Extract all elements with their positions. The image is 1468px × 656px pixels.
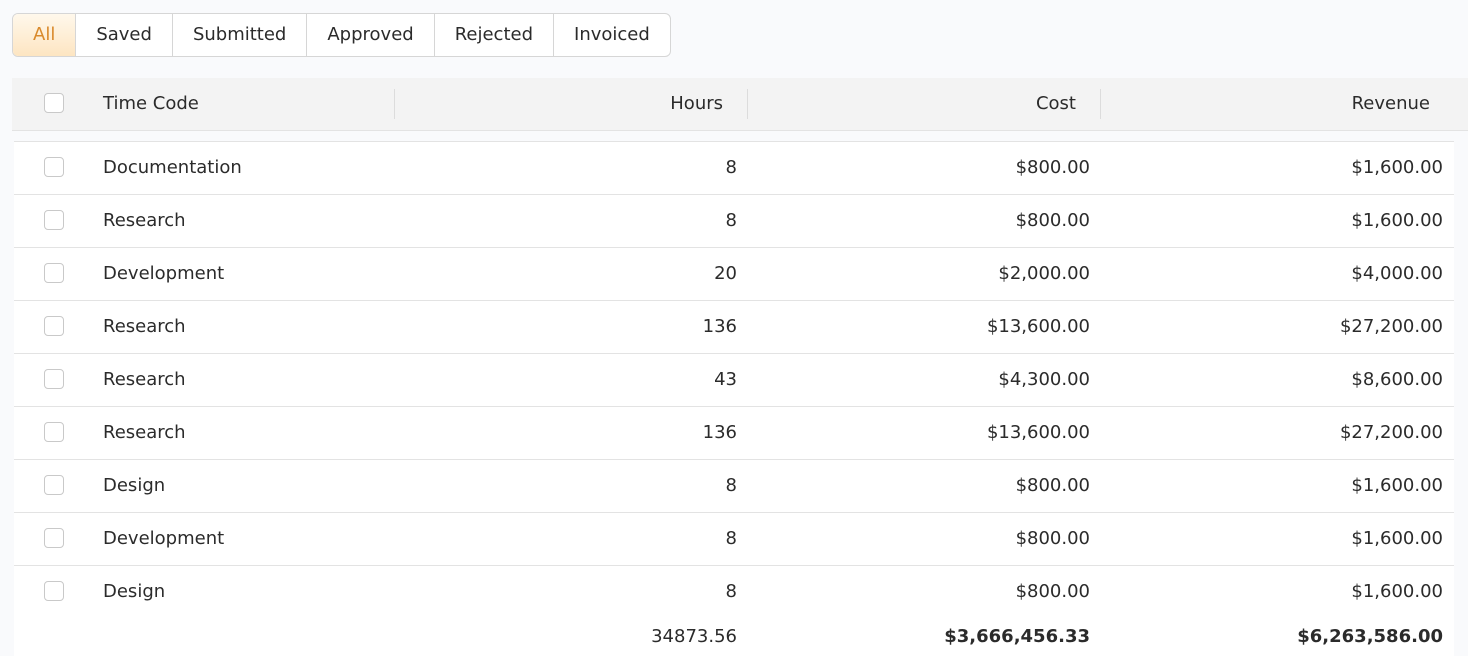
cell-revenue: $1,600.00 [1351, 157, 1443, 178]
cell-revenue: $1,600.00 [1351, 210, 1443, 231]
column-resize-handle[interactable] [394, 89, 395, 119]
cell-hours: 43 [714, 369, 737, 390]
table-row[interactable]: Development 8 $800.00 $1,600.00 [14, 513, 1454, 566]
table-row[interactable]: Design 8 $800.00 $1,600.00 [14, 566, 1454, 619]
cell-hours: 8 [725, 157, 737, 178]
column-resize-handle[interactable] [1100, 89, 1101, 119]
cell-time-code: Development [103, 528, 225, 549]
cell-cost: $13,600.00 [986, 422, 1090, 443]
cell-revenue: $1,600.00 [1351, 528, 1443, 549]
row-checkbox[interactable] [44, 210, 64, 230]
cell-cost: $800.00 [1015, 581, 1090, 602]
column-header-revenue[interactable]: Revenue [1352, 93, 1430, 114]
status-filter-tabs: All Saved Submitted Approved Rejected In… [12, 13, 671, 57]
cell-revenue: $1,600.00 [1351, 581, 1443, 602]
table-row[interactable]: Research 136 $13,600.00 $27,200.00 [14, 407, 1454, 460]
cell-time-code: Research [103, 422, 186, 443]
cell-hours: 8 [725, 528, 737, 549]
cell-hours: 20 [714, 263, 737, 284]
column-resize-handle[interactable] [747, 89, 748, 119]
cell-time-code: Research [103, 210, 186, 231]
row-checkbox[interactable] [44, 475, 64, 495]
total-hours: 34873.56 [651, 626, 737, 647]
tab-invoiced[interactable]: Invoiced [553, 14, 670, 56]
table-row[interactable]: Design 8 $800.00 $1,600.00 [14, 460, 1454, 513]
cell-time-code: Design [103, 581, 166, 602]
cell-cost: $800.00 [1015, 528, 1090, 549]
cell-time-code: Documentation [103, 157, 242, 178]
cell-revenue: $4,000.00 [1351, 263, 1443, 284]
cell-time-code: Research [103, 316, 186, 337]
cell-hours: 136 [702, 316, 737, 337]
tab-approved[interactable]: Approved [306, 14, 433, 56]
cell-hours: 136 [702, 422, 737, 443]
cell-cost: $800.00 [1015, 157, 1090, 178]
table-totals-row: 34873.56 $3,666,456.33 $6,263,586.00 [14, 613, 1454, 656]
cell-cost: $4,300.00 [998, 369, 1090, 390]
total-cost: $3,666,456.33 [944, 626, 1090, 647]
cell-cost: $13,600.00 [986, 316, 1090, 337]
cell-revenue: $8,600.00 [1351, 369, 1443, 390]
table-row[interactable]: Research 8 $800.00 $1,600.00 [14, 195, 1454, 248]
cell-time-code: Research [103, 369, 186, 390]
row-checkbox[interactable] [44, 369, 64, 389]
column-header-cost[interactable]: Cost [1036, 93, 1076, 114]
tab-rejected[interactable]: Rejected [433, 14, 553, 56]
tab-all[interactable]: All [13, 14, 76, 56]
cell-cost: $800.00 [1015, 210, 1090, 231]
cell-hours: 8 [725, 581, 737, 602]
row-checkbox[interactable] [44, 581, 64, 601]
cell-cost: $2,000.00 [998, 263, 1090, 284]
row-checkbox[interactable] [44, 316, 64, 336]
column-header-hours[interactable]: Hours [670, 93, 723, 114]
row-checkbox[interactable] [44, 422, 64, 442]
row-checkbox[interactable] [44, 528, 64, 548]
table-row[interactable]: Research 43 $4,300.00 $8,600.00 [14, 354, 1454, 407]
select-all-checkbox[interactable] [44, 93, 64, 113]
cell-hours: 8 [725, 475, 737, 496]
table-row[interactable]: Documentation 8 $800.00 $1,600.00 [14, 142, 1454, 195]
total-revenue: $6,263,586.00 [1297, 626, 1443, 647]
cell-hours: 8 [725, 210, 737, 231]
row-checkbox[interactable] [44, 157, 64, 177]
tab-saved[interactable]: Saved [75, 14, 172, 56]
cell-time-code: Development [103, 263, 225, 284]
cell-revenue: $1,600.00 [1351, 475, 1443, 496]
table-body: Documentation 8 $800.00 $1,600.00 Research 8 $… [14, 141, 1454, 619]
timesheet-page: All Saved Submitted Approved Rejected In… [0, 0, 1468, 656]
tab-submitted[interactable]: Submitted [171, 14, 306, 56]
table-row[interactable]: Research 136 $13,600.00 $27,200.00 [14, 301, 1454, 354]
cell-revenue: $27,200.00 [1339, 422, 1443, 443]
row-checkbox[interactable] [44, 263, 64, 283]
cell-time-code: Design [103, 475, 166, 496]
column-header-time-code[interactable]: Time Code [103, 93, 199, 114]
table-row[interactable]: Development 20 $2,000.00 $4,000.00 [14, 248, 1454, 301]
table-header: Time Code Hours Cost Revenue [12, 78, 1468, 131]
cell-cost: $800.00 [1015, 475, 1090, 496]
cell-revenue: $27,200.00 [1339, 316, 1443, 337]
